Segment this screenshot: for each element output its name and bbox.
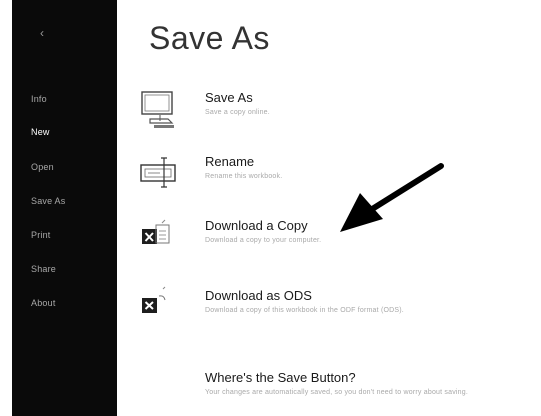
sidebar-item-print[interactable]: Print: [31, 230, 51, 240]
sidebar-item-about[interactable]: About: [31, 298, 56, 308]
download-ods-option-description: Download a copy of this workbook in the …: [205, 307, 404, 314]
download-copy-option[interactable]: Download a Copy Download a copy to your …: [138, 216, 533, 264]
download-copy-option-title: Download a Copy: [205, 218, 308, 233]
excel-ods-icon: [138, 286, 182, 330]
rename-icon: [138, 152, 182, 196]
save-as-option[interactable]: Save As Save a copy online.: [138, 88, 533, 136]
download-copy-option-description: Download a copy to your computer.: [205, 237, 322, 244]
save-button-info-title: Where's the Save Button?: [205, 370, 356, 385]
sidebar-item-info[interactable]: Info: [31, 94, 47, 104]
sidebar-item-open[interactable]: Open: [31, 162, 54, 172]
rename-option[interactable]: Rename Rename this workbook.: [138, 152, 533, 200]
download-ods-option[interactable]: Download as ODS Download a copy of this …: [138, 286, 533, 334]
back-arrow-icon[interactable]: ‹: [40, 26, 54, 40]
sidebar-item-save-as[interactable]: Save As: [31, 196, 65, 206]
save-as-option-description: Save a copy online.: [205, 109, 270, 116]
rename-option-description: Rename this workbook.: [205, 173, 283, 180]
page-title: Save As: [149, 20, 270, 56]
rename-option-title: Rename: [205, 154, 255, 169]
save-button-info: Where's the Save Button? Your changes ar…: [138, 368, 533, 416]
save-as-option-title: Save As: [205, 90, 253, 105]
sidebar-item-new[interactable]: New: [31, 127, 50, 137]
save-as-icon: [138, 88, 182, 132]
backstage-sidebar: ‹ Info New Open Save As Print Share Abou…: [12, 0, 117, 416]
excel-download-icon: [138, 216, 182, 260]
left-margin: [0, 0, 12, 416]
save-button-info-description: Your changes are automatically saved, so…: [205, 389, 468, 396]
sidebar-item-share[interactable]: Share: [31, 264, 56, 274]
download-ods-option-title: Download as ODS: [205, 288, 312, 303]
save-as-page: ‹ Info New Open Save As Print Share Abou…: [0, 0, 541, 416]
